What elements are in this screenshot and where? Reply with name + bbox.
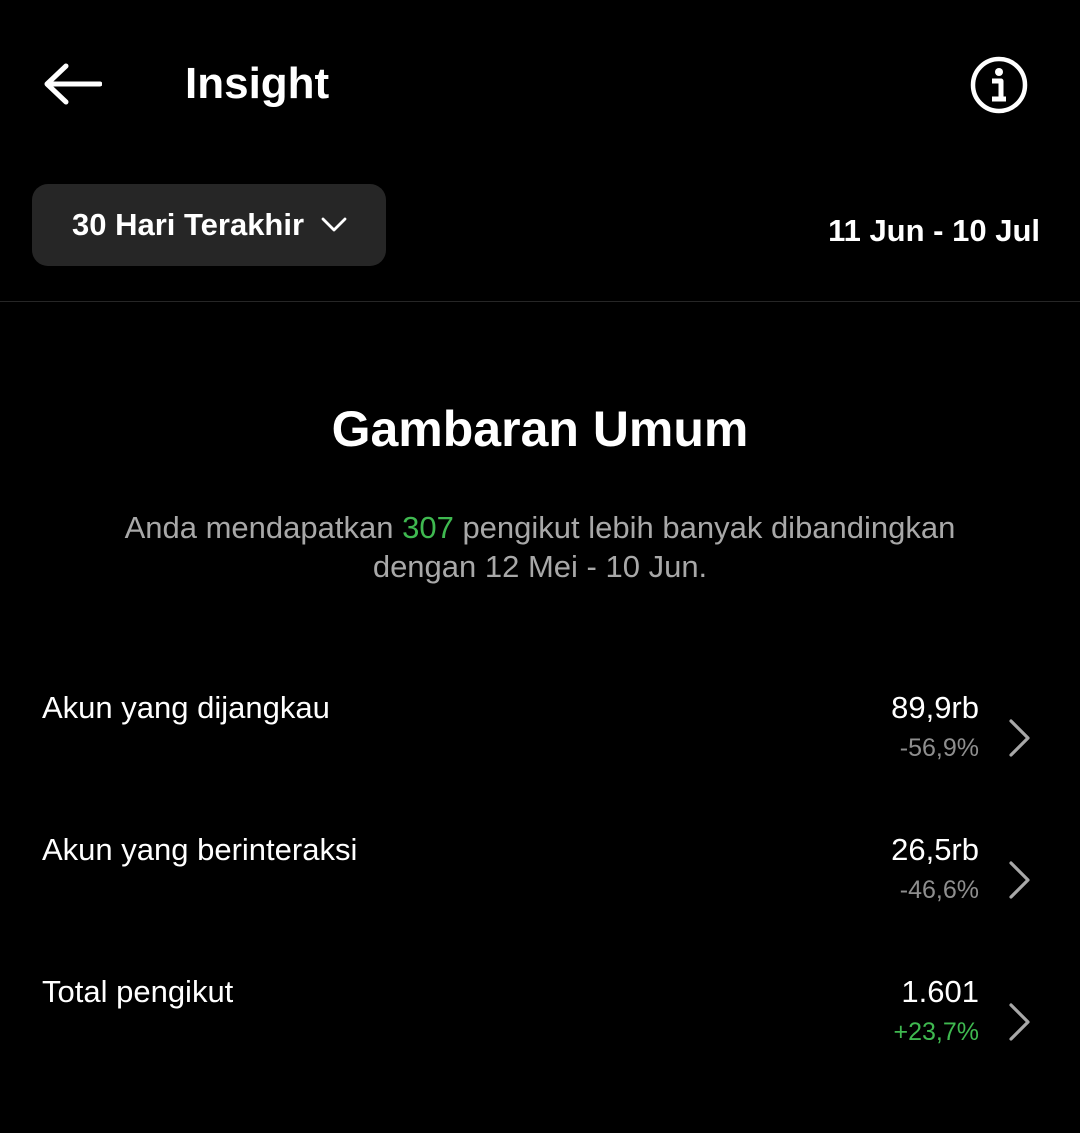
header: Insight [0,0,1080,165]
metric-label: Akun yang dijangkau [42,690,330,725]
metric-change: +23,7% [893,1018,980,1046]
chevron-down-icon [320,216,348,234]
overview-summary: Anda mendapatkan 307 pengikut lebih bany… [90,508,990,586]
metric-row-total-followers[interactable]: Total pengikut 1.601 +23,7% [0,970,1080,1090]
section-title: Gambaran Umum [331,401,749,457]
chevron-right-icon [1004,994,1036,1050]
metric-value: 1.601 [901,974,979,1009]
metric-label: Total pengikut [42,974,234,1009]
metric-row-accounts-reached[interactable]: Akun yang dijangkau 89,9rb -56,9% [0,686,1080,806]
chevron-right-icon [1004,852,1036,908]
follower-gain-count: 307 [402,510,454,545]
summary-suffix: pengikut lebih banyak dibandingkan denga… [372,510,956,584]
period-label: 30 Hari Terakhir [72,207,305,242]
back-button[interactable] [40,56,104,112]
summary-prefix: Anda mendapatkan [124,510,403,545]
chevron-right-icon [1004,710,1036,766]
period-dropdown[interactable]: 30 Hari Terakhir [32,184,386,266]
info-circle-icon [970,56,1028,114]
arrow-left-icon [44,63,102,105]
metric-value: 26,5rb [891,832,979,867]
metric-row-accounts-engaged[interactable]: Akun yang berinteraksi 26,5rb -46,6% [0,828,1080,948]
divider [0,301,1080,302]
metric-change: -56,9% [899,734,979,762]
page-title: Insight [185,59,330,108]
insight-page: Insight 30 Hari Terakhir 11 Jun - 10 Jul… [0,0,1080,1133]
date-range: 11 Jun - 10 Jul [828,213,1040,248]
metric-change: -46,6% [899,876,979,904]
metric-label: Akun yang berinteraksi [42,832,358,867]
info-button[interactable] [966,52,1032,118]
metric-value: 89,9rb [891,690,979,725]
